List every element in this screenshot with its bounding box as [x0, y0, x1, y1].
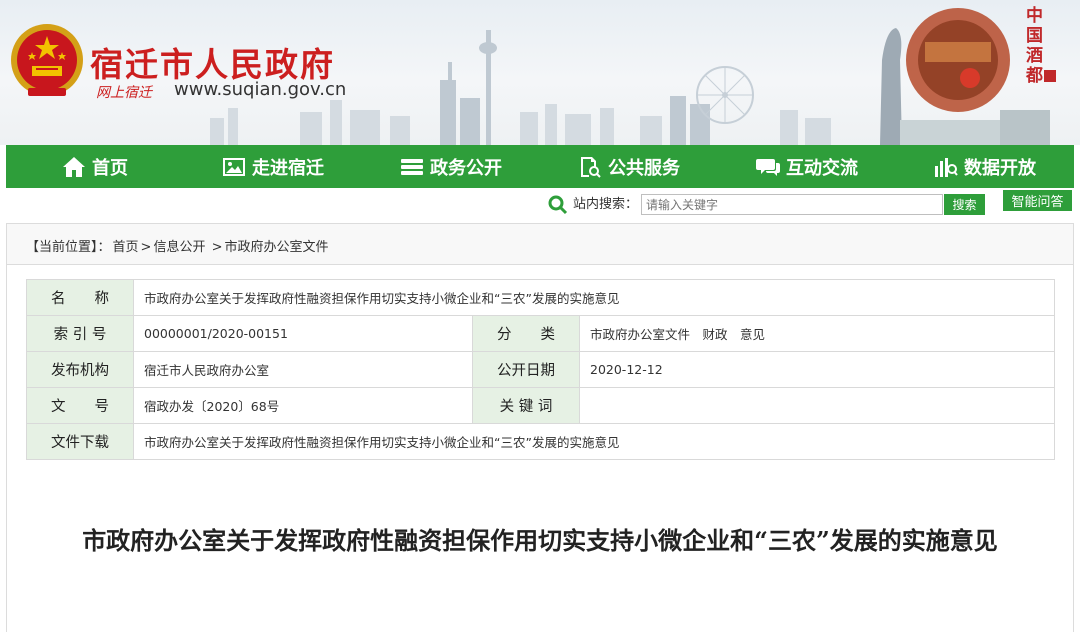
keywords-label: 关 键 词: [472, 387, 580, 424]
document-metadata-table: 名 称 市政府办公室关于发挥政府性融资担保作用切实支持小微企业和“三农”发展的实…: [26, 279, 1056, 460]
nav-item-open-data[interactable]: 数据开放: [896, 145, 1074, 188]
breadcrumb-link-category[interactable]: 市政府办公室文件: [225, 240, 329, 255]
nav-item-public-service[interactable]: 公共服务: [540, 145, 718, 188]
search-button[interactable]: 搜索: [944, 194, 985, 215]
date-label: 公开日期: [472, 351, 580, 388]
table-row: 文 号 宿政办发〔2020〕68号 关 键 词: [26, 387, 1056, 424]
main-nav: 首页 走进宿迁 政务公开 公共服务 互动交流 数据开放: [6, 145, 1074, 188]
category-value: 市政府办公室文件 财政 意见: [578, 315, 1056, 352]
issuer-value: 宿迁市人民政府办公室: [133, 351, 473, 388]
table-row: 索 引 号 00000001/2020-00151 分 类 市政府办公室文件 财…: [26, 315, 1056, 352]
breadcrumb-prefix: 【当前位置】：: [26, 240, 111, 255]
smart-qa-button[interactable]: 智能问答: [1003, 190, 1072, 211]
nav-item-label: 政务公开: [430, 157, 502, 179]
site-url[interactable]: www.suqian.gov.cn: [174, 79, 346, 100]
table-row: 名 称 市政府办公室关于发挥政府性融资担保作用切实支持小微企业和“三农”发展的实…: [26, 279, 1056, 316]
index-label: 索 引 号: [26, 315, 134, 352]
search-icon: [548, 195, 568, 215]
nav-item-label: 首页: [92, 157, 128, 179]
date-value: 2020-12-12: [578, 351, 1056, 388]
download-label: 文件下载: [26, 423, 134, 460]
table-row: 发布机构 宿迁市人民政府办公室 公开日期 2020-12-12: [26, 351, 1056, 388]
site-slogan: 网上宿迁: [96, 85, 152, 101]
breadcrumb-separator: >: [140, 240, 152, 255]
national-emblem-logo: [11, 24, 83, 96]
decorative-vertical-text: 中国酒都: [1026, 6, 1043, 86]
picture-icon: [223, 157, 245, 176]
document-title: 市政府办公室关于发挥政府性融资担保作用切实支持小微企业和“三农”发展的实施意见: [82, 526, 998, 555]
name-value: 市政府办公室关于发挥政府性融资担保作用切实支持小微企业和“三农”发展的实施意见: [132, 279, 1056, 316]
header-banner: 宿迁市人民政府 网上宿迁 www.suqian.gov.cn 中国酒都: [0, 0, 1080, 145]
nav-item-label: 互动交流: [786, 157, 858, 179]
download-link[interactable]: 市政府办公室关于发挥政府性融资担保作用切实支持小微企业和“三农”发展的实施意见: [132, 423, 1056, 460]
issuer-label: 发布机构: [26, 351, 134, 388]
home-icon: [63, 156, 85, 177]
nav-item-government-affairs[interactable]: 政务公开: [362, 145, 540, 188]
data-chart-icon: [935, 157, 958, 177]
docno-value: 宿政办发〔2020〕68号: [133, 387, 473, 424]
breadcrumb-link-info[interactable]: 信息公开: [153, 240, 205, 255]
breadcrumb-link-home[interactable]: 首页: [113, 240, 139, 255]
docno-label: 文 号: [26, 387, 134, 424]
keywords-value: [578, 387, 1056, 424]
search-label: 站内搜索：: [573, 197, 639, 212]
nav-item-interaction[interactable]: 互动交流: [718, 145, 896, 188]
search-input[interactable]: [641, 194, 943, 215]
nav-item-label: 走进宿迁: [252, 157, 324, 179]
index-value: 00000001/2020-00151: [133, 315, 473, 352]
breadcrumb-separator: >: [211, 240, 223, 255]
nav-item-label: 公共服务: [608, 157, 680, 179]
category-label: 分 类: [472, 315, 580, 352]
breadcrumb: 【当前位置】： 首页 > 信息公开 > 市政府办公室文件: [26, 236, 331, 255]
table-row: 文件下载 市政府办公室关于发挥政府性融资担保作用切实支持小微企业和“三农”发展的…: [26, 423, 1056, 460]
stack-icon: [401, 158, 423, 175]
nav-item-label: 数据开放: [964, 157, 1036, 179]
name-label: 名 称: [26, 279, 134, 316]
nav-item-about[interactable]: 走进宿迁: [184, 145, 362, 188]
decorative-seal: [1044, 70, 1056, 82]
document-search-icon: [581, 156, 601, 178]
chat-icon: [756, 158, 780, 176]
nav-item-home[interactable]: 首页: [6, 145, 184, 188]
